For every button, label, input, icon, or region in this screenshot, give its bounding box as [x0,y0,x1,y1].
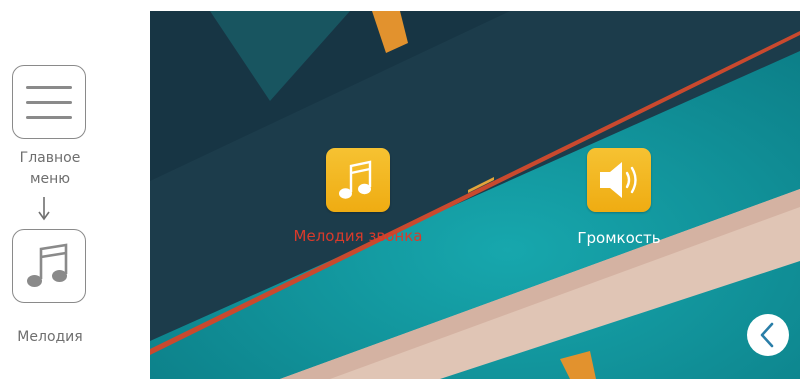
music-note-icon [27,243,68,287]
menu-line [26,86,72,89]
screen-background [150,11,800,379]
main-menu-step-icon [12,65,86,139]
device-screen: Мелодия звонка Громкость [150,11,800,379]
ringtone-melody-button[interactable] [326,148,390,212]
menu-line [26,101,72,104]
main-menu-step-label: Главное меню [19,150,81,187]
ringtone-melody-label[interactable]: Мелодия звонка [248,226,468,246]
menu-line [26,116,72,119]
speaker-icon [600,162,637,198]
chevron-left-icon [760,322,774,348]
back-button[interactable] [747,314,789,356]
volume-label[interactable]: Громкость [509,228,729,248]
melody-step-icon [12,229,86,303]
volume-button[interactable] [587,148,651,212]
music-note-icon [339,160,372,199]
melody-step-label: Мелодия [17,329,83,345]
arrow-down-icon [38,197,50,221]
